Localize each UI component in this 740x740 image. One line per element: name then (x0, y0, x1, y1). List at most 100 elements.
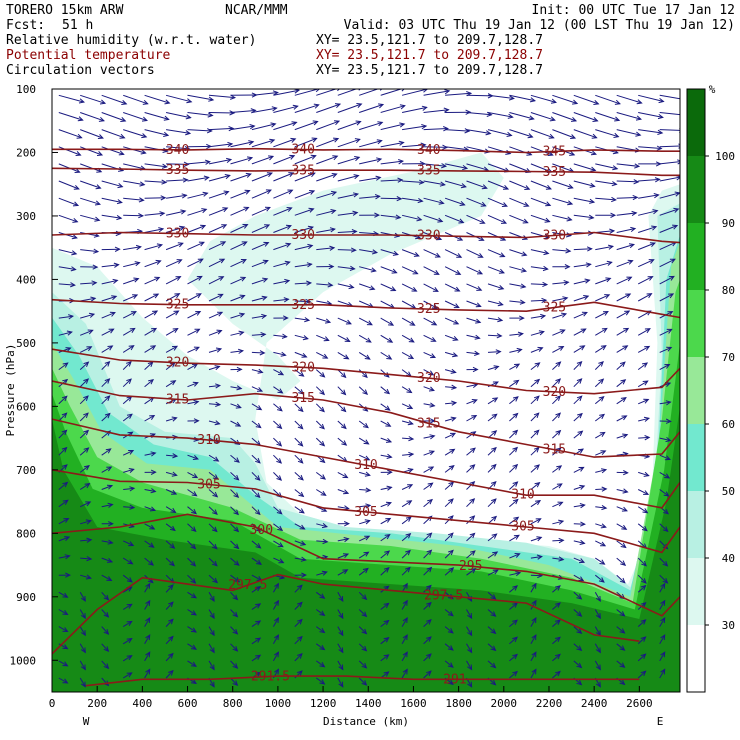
theta-label: 315 (291, 391, 314, 406)
x-tick-label: 1200 (310, 697, 337, 710)
theta-label: 305 (197, 478, 220, 493)
theta-label: 330 (291, 228, 314, 243)
theta-label: 291.5 (251, 670, 290, 685)
theta-label: 335 (166, 163, 189, 178)
theta-label: 330 (166, 227, 189, 242)
circulation-vector-head (681, 97, 686, 101)
valid-time: Valid: 03 UTC Thu 19 Jan 12 (00 LST Thu … (344, 18, 735, 33)
x-tick-label: 2200 (536, 697, 563, 710)
y-tick-label: 900 (16, 591, 36, 604)
theta-label: 340 (166, 143, 189, 158)
source-label: NCAR/MMM (225, 3, 288, 18)
theta-label: 310 (354, 458, 377, 473)
colorbar-bin-60 (687, 357, 705, 424)
x-tick-label: 1000 (265, 697, 292, 710)
y-tick-label: 800 (16, 527, 36, 540)
field-name-rh: Relative humidity (w.r.t. water) (6, 33, 256, 48)
theta-label: 325 (543, 301, 566, 316)
plot-area: 340 340 340 345 335 335 335 335 330 330 330 330 325 3… (51, 88, 686, 693)
x-tick-label: 0 (49, 697, 56, 710)
x-end-label-west: W (83, 715, 90, 728)
theta-label: 320 (166, 356, 189, 371)
theta-label: 300 (250, 523, 273, 538)
x-tick-label: 2600 (626, 697, 653, 710)
theta-label: 315 (543, 443, 566, 458)
model-title: TORERO 15km ARW (6, 3, 124, 18)
theta-label: 335 (291, 163, 314, 178)
theta-label: 297.5 (424, 588, 463, 603)
x-axis-title: Distance (km) (323, 715, 409, 728)
colorbar-bin-80 (687, 223, 705, 290)
colorbar-bin-50 (687, 424, 705, 491)
colorbar: 102030405060708090100% (686, 83, 735, 693)
theta-label: 325 (291, 298, 314, 313)
circulation-vector (530, 283, 548, 286)
theta-label: 340 (417, 143, 440, 158)
theta-label: 310 (511, 488, 534, 503)
theta-label: 335 (543, 165, 566, 180)
theta-label: 320 (417, 371, 440, 386)
theta-label: 320 (291, 360, 314, 375)
colorbar-tick-label: 50 (722, 485, 735, 498)
circulation-vector (380, 197, 402, 200)
theta-label: 315 (417, 416, 440, 431)
colorbar-bin-40 (687, 491, 705, 558)
colorbar-tick-label: 80 (722, 284, 735, 297)
y-tick-label: 100 (16, 83, 36, 96)
y-tick-label: 1000 (10, 654, 37, 667)
circulation-vector-head (679, 116, 680, 118)
y-tick-label: 600 (16, 400, 36, 413)
circulation-vector (337, 249, 356, 251)
theta-label: 295 (459, 559, 482, 574)
y-tick-label: 500 (16, 337, 36, 350)
colorbar-unit: % (709, 83, 716, 96)
theta-label: 310 (197, 433, 220, 448)
chart-figure: TORERO 15km ARW NCAR/MMM Init: 00 UTC Tu… (4, 3, 736, 728)
field-xy-rh: XY= 23.5,121.7 to 209.7,128.7 (316, 33, 543, 48)
x-tick-label: 1400 (355, 697, 382, 710)
forecast-label: Fcst: (6, 18, 45, 33)
y-tick-label: 700 (16, 464, 36, 477)
colorbar-bin-90 (687, 156, 705, 223)
x-tick-label: 200 (87, 697, 107, 710)
theta-label: 325 (166, 298, 189, 313)
theta-label: 340 (291, 143, 314, 158)
forecast-value: 51 h (62, 18, 93, 33)
theta-label: 330 (417, 229, 440, 244)
colorbar-tick-label: 60 (722, 418, 735, 431)
field-name-vectors: Circulation vectors (6, 63, 155, 78)
x-end-label-east: E (657, 715, 664, 728)
field-name-theta: Potential temperature (6, 48, 171, 63)
colorbar-tick-label: 30 (722, 619, 735, 632)
field-xy-vectors: XY= 23.5,121.7 to 209.7,128.7 (316, 63, 543, 78)
theta-label: 330 (543, 228, 566, 243)
colorbar-tick-label: 40 (722, 552, 735, 565)
x-tick-label: 600 (178, 697, 198, 710)
circulation-vector (123, 214, 143, 217)
colorbar-bin-100 (687, 89, 705, 156)
colorbar-tick-label: 70 (722, 351, 735, 364)
theta-label: 320 (543, 385, 566, 400)
theta-label: 315 (166, 392, 189, 407)
colorbar-bin-70 (687, 290, 705, 357)
theta-label: 325 (417, 302, 440, 317)
theta-label: 335 (417, 164, 440, 179)
field-xy-theta: XY= 23.5,121.7 to 209.7,128.7 (316, 48, 543, 63)
x-tick-label: 2000 (491, 697, 518, 710)
theta-label: 297.5 (228, 578, 267, 593)
x-tick-label: 1800 (445, 697, 472, 710)
x-tick-label: 2400 (581, 697, 608, 710)
x-tick-label: 800 (223, 697, 243, 710)
theta-label: 291 (443, 672, 466, 687)
x-tick-label: 400 (132, 697, 152, 710)
colorbar-bin-30 (687, 558, 705, 625)
circulation-vector (208, 112, 235, 114)
theta-label: 305 (511, 520, 534, 535)
y-tick-label: 200 (16, 146, 36, 159)
theta-label: 305 (354, 505, 377, 520)
init-time: Init: 00 UTC Tue 17 Jan 12 (532, 3, 736, 18)
colorbar-tick-label: 100 (715, 150, 735, 163)
colorbar-bin-0 (687, 625, 705, 692)
theta-label: 345 (543, 144, 566, 159)
x-tick-label: 1600 (400, 697, 427, 710)
